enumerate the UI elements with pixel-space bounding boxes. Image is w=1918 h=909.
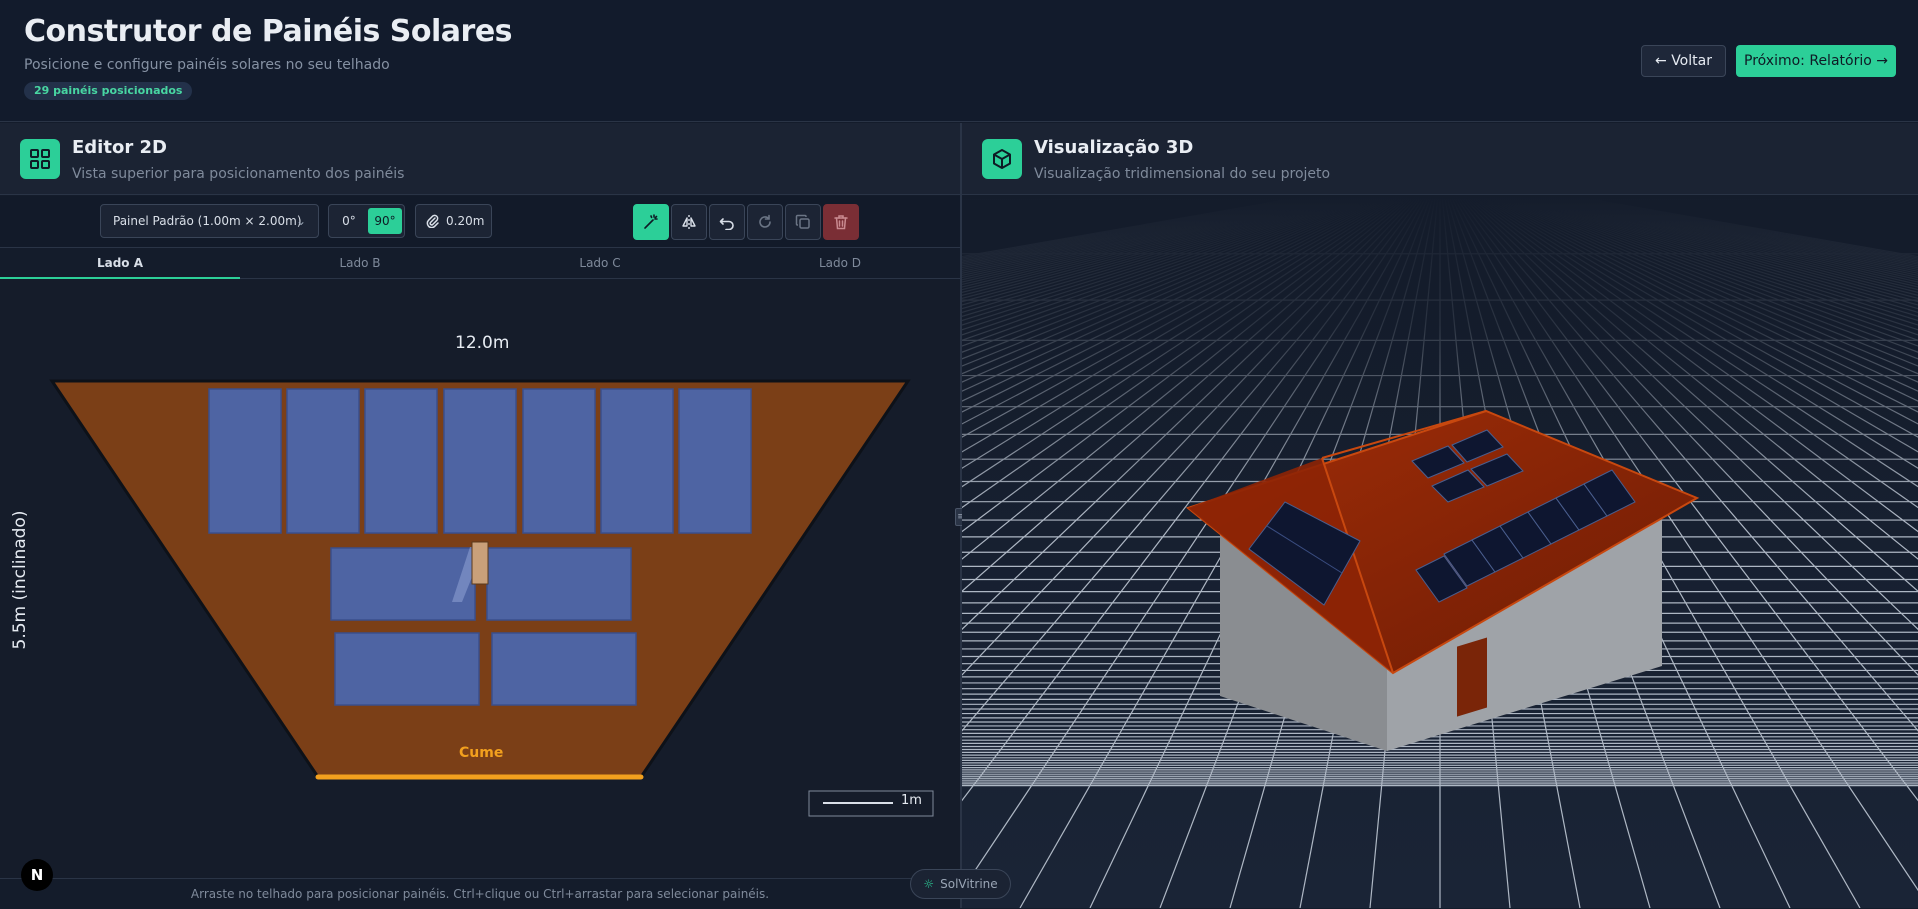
solar-panel[interactable]: [486, 547, 632, 621]
editor-2d-subtitle: Vista superior para posicionamento dos p…: [72, 166, 405, 182]
tab-lado-c[interactable]: Lado C: [480, 249, 720, 279]
mirror-icon: [682, 215, 696, 229]
page-title: Construtor de Painéis Solares: [24, 14, 513, 49]
roof-height-label: 5.5m (inclinado): [10, 510, 30, 650]
undo-button[interactable]: [709, 204, 745, 240]
view-3d-header: Visualização 3D Visualização tridimensio…: [962, 123, 1918, 195]
redo-button[interactable]: [747, 204, 783, 240]
grid-icon: [20, 139, 60, 179]
roof-width-label: 12.0m: [455, 333, 510, 353]
trash-icon: [834, 215, 848, 230]
spacing-value: 0.20m: [446, 214, 485, 228]
chevron-down-icon: ⌄: [295, 214, 306, 228]
page-subtitle: Posicione e configure painéis solares no…: [24, 57, 390, 73]
magic-wand-button[interactable]: [633, 204, 669, 240]
copy-icon: [795, 214, 810, 229]
scale-bar-label: 1m: [901, 793, 922, 808]
magic-wand-icon: [644, 214, 658, 229]
undo-icon: [719, 218, 734, 230]
tab-lado-d[interactable]: Lado D: [720, 249, 960, 279]
redo-icon: [759, 214, 771, 228]
mirror-button[interactable]: [671, 204, 707, 240]
back-button[interactable]: ← Voltar: [1641, 45, 1726, 77]
solar-panel[interactable]: [208, 388, 282, 534]
rotation-90-button[interactable]: 90°: [368, 208, 402, 234]
editor-footer-hint: Arraste no telhado para posicionar painé…: [0, 878, 960, 908]
roof-canvas-2d[interactable]: 12.0m 5.5m (inclinado) Cume 1m: [0, 280, 960, 878]
panel-type-value: Painel Padrão (1.00m × 2.00m): [113, 214, 302, 228]
solar-panel[interactable]: [334, 632, 480, 706]
solar-panel[interactable]: [286, 388, 360, 534]
roof-side-tabs: Lado A Lado B Lado C Lado D: [0, 249, 960, 279]
view-3d-subtitle: Visualização tridimensional do seu proje…: [1034, 166, 1331, 182]
solar-panel[interactable]: [330, 547, 476, 621]
editor-2d-title: Editor 2D: [72, 137, 167, 158]
panel-row-top: [208, 388, 752, 534]
brand-name: SolVitrine: [940, 877, 998, 891]
next-report-button[interactable]: Próximo: Relatório →: [1736, 45, 1896, 77]
house-door[interactable]: [1457, 637, 1487, 717]
panel-type-select[interactable]: Painel Padrão (1.00m × 2.00m) ⌄: [100, 204, 319, 238]
solar-panel[interactable]: [491, 632, 637, 706]
editor-2d-header: Editor 2D Vista superior para posicionam…: [0, 123, 960, 195]
tab-lado-b[interactable]: Lado B: [240, 249, 480, 279]
solar-panel[interactable]: [522, 388, 596, 534]
chimney-icon[interactable]: [471, 541, 489, 585]
solvitrine-badge[interactable]: ☼ SolVitrine: [910, 869, 1011, 899]
rotation-toggle-group: 0° 90°: [328, 204, 405, 238]
tab-lado-a[interactable]: Lado A: [0, 249, 240, 279]
panel-count-badge: 29 painéis posicionados: [24, 82, 193, 100]
ridge-label: Cume: [459, 745, 504, 761]
top-bar: Construtor de Painéis Solares Posicione …: [0, 0, 1918, 122]
spacing-input[interactable]: 0.20m: [415, 204, 492, 238]
next-logo[interactable]: N: [21, 859, 53, 891]
cube-icon: [982, 139, 1022, 179]
solar-panel[interactable]: [600, 388, 674, 534]
duplicate-button[interactable]: [785, 204, 821, 240]
sun-icon: ☼: [923, 877, 935, 891]
solar-panel[interactable]: [443, 388, 517, 534]
solar-panel[interactable]: [364, 388, 438, 534]
view-3d-title: Visualização 3D: [1034, 137, 1194, 158]
rotation-0-button[interactable]: 0°: [332, 208, 366, 234]
editor-toolbar: Painel Padrão (1.00m × 2.00m) ⌄ 0° 90° 0…: [0, 196, 960, 248]
view-3d-canvas[interactable]: [962, 196, 1918, 908]
delete-button[interactable]: [823, 204, 859, 240]
solar-panel[interactable]: [678, 388, 752, 534]
paperclip-icon: [426, 214, 439, 228]
